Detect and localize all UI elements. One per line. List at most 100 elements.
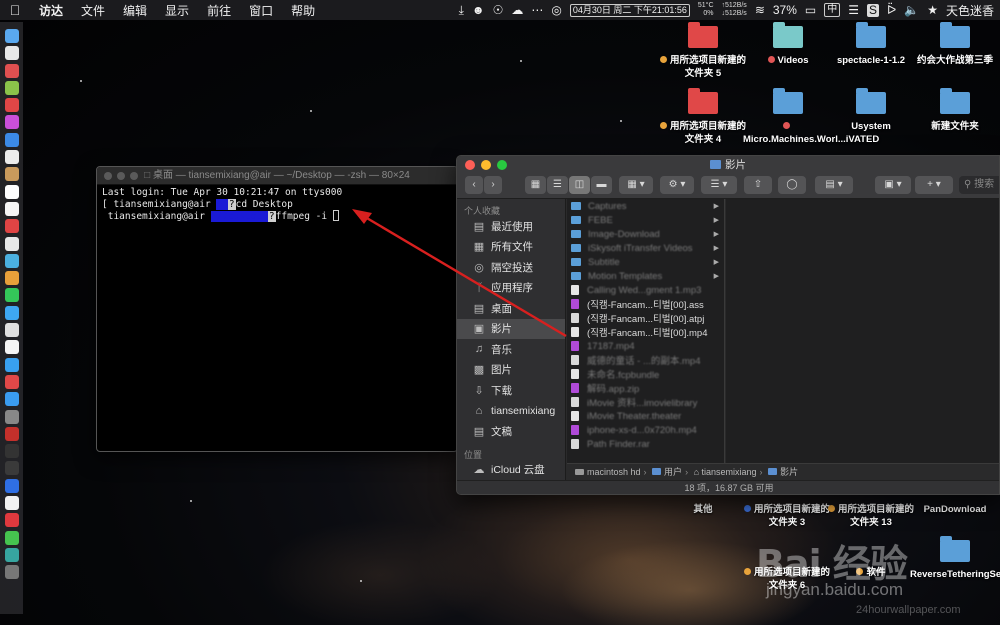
dock-app-icon[interactable] [4,253,19,268]
finder-titlebar[interactable]: 影片 [457,156,999,174]
dock-app-icon[interactable] [4,98,19,113]
back-button[interactable]: ‹ [465,176,483,194]
dock-app-icon[interactable] [4,426,19,441]
zoom-button[interactable] [130,172,138,180]
desktop-folder-3[interactable]: 用所选项目新建的文件夹 3 [742,503,832,529]
file-row[interactable]: (직캠-Fancam...티벌[00].mp4 [567,325,724,339]
dock-app-icon[interactable] [4,340,19,355]
battery-percent[interactable]: 37% [773,3,797,17]
icon-view-button[interactable]: ▦ [525,176,546,194]
ghost-icon[interactable]: ☻ [472,0,485,20]
file-row[interactable]: 解码.app.zip [567,381,724,395]
dock-app-icon[interactable] [4,184,19,199]
file-row[interactable]: Calling Wed...gment 1.mp3 [567,283,724,297]
action-gear-button[interactable]: ⚙ ▾ [660,176,694,194]
sidebar-item-icloud[interactable]: ☁ iCloud 云盘 [457,460,565,481]
dock-app-icon[interactable] [4,132,19,147]
dock-app-icon[interactable] [4,115,19,130]
list-view-button[interactable]: ☰ [547,176,568,194]
menu-help[interactable]: 帮助 [282,2,324,19]
file-row[interactable]: 未命名.fcpbundle [567,367,724,381]
minimize-button[interactable] [481,160,491,170]
dock-app-icon[interactable] [4,288,19,303]
folder-row[interactable]: iSkysoft iTransfer Videos ▶ [567,241,724,255]
desktop-folder-13[interactable]: 用所选项目新建的文件夹 13 [826,503,916,529]
desktop-folder-1[interactable]: 用所选项目新建的文件夹 5 [658,22,748,80]
path-item-users[interactable]: 用户 [652,467,682,477]
file-row[interactable]: iMovie Theater.theater [567,409,724,423]
sidebar-item-pictures[interactable]: ▩ 图片 [457,360,565,381]
wifi-icon[interactable]: ≋ [755,0,765,20]
archive-button[interactable]: ▣ ▾ [875,176,911,194]
temperature-sensor[interactable]: 51°C 0% [698,2,714,18]
folder-row[interactable]: Image-Download ▶ [567,227,724,241]
dock-app-icon[interactable] [4,547,19,562]
dock-app-icon[interactable] [4,357,19,372]
list-icon[interactable]: ☰ [848,0,859,20]
wechat-status-icon[interactable]: ☁ [511,0,523,20]
battery-icon[interactable]: ▭ [805,0,816,20]
new-button[interactable]: + ▾ [915,176,953,194]
file-row[interactable]: 17187.mp4 [567,339,724,353]
user-name[interactable]: 天色迷香 [946,2,994,19]
close-button[interactable] [465,160,475,170]
dock-app-icon[interactable] [4,461,19,476]
menu-edit[interactable]: 编辑 [114,2,156,19]
globe-icon[interactable]: ◎ [551,0,561,20]
menu-file[interactable]: 文件 [72,2,114,19]
desktop-folder-anime[interactable]: 约会大作战第三季 [910,22,1000,67]
dock-app-icon[interactable] [4,323,19,338]
desktop-folder-4[interactable]: 用所选项目新建的文件夹 4 [658,88,748,146]
arrange-button[interactable]: ☰ ▾ [701,176,737,194]
desktop-folder-videos[interactable]: Videos [743,22,833,67]
menu-view[interactable]: 显示 [156,2,198,19]
dock-app-icon[interactable] [4,444,19,459]
dock-app-icon[interactable] [4,496,19,511]
sidebar-item-downloads[interactable]: ⇩ 下载 [457,380,565,401]
dock-app-icon[interactable] [4,63,19,78]
quick-look-button[interactable]: ▤ ▾ [815,176,853,194]
forward-button[interactable]: › [484,176,502,194]
file-row[interactable]: (직캠-Fancam...티벌[00].atpj [567,311,724,325]
terminal-window[interactable]: □ 桌面 — tiansemixiang@air — ~/Desktop — -… [96,166,458,452]
sidebar-item-movies[interactable]: ▣ 影片 [457,318,565,339]
menu-go[interactable]: 前往 [198,2,240,19]
column-view-button[interactable]: ◫ [569,176,590,194]
group-button[interactable]: ▦ ▾ [619,176,653,194]
desktop-folder-new[interactable]: 新建文件夹 [910,88,1000,133]
file-row[interactable]: (직캠-Fancam...티벌[00].ass [567,297,724,311]
minimize-button[interactable] [117,172,125,180]
terminal-output[interactable]: Last login: Tue Apr 30 10:21:47 on ttys0… [97,185,457,225]
dock-app-icon[interactable] [4,236,19,251]
compass-icon[interactable]: ☉ [493,0,504,20]
dock-app-icon[interactable] [4,271,19,286]
dock-app-icon[interactable] [4,478,19,493]
desktop-folder-other[interactable]: 其他 [658,503,748,516]
gallery-view-button[interactable]: ▬ [591,176,612,194]
desktop-folder-pandownload[interactable]: PanDownload [910,503,1000,516]
sidebar-item-home[interactable]: ⌂ tiansemixiang [457,401,565,422]
apple-menu-icon[interactable]:  [0,2,30,18]
folder-row[interactable]: FEBE ▶ [567,213,724,227]
sidebar-item-all-files[interactable]: ▦ 所有文件 [457,237,565,258]
path-item-disk[interactable]: macintosh hd [575,467,641,477]
dock-app-icon[interactable] [4,530,19,545]
dock-app-icon[interactable] [4,167,19,182]
folder-row[interactable]: Subtitle ▶ [567,255,724,269]
dock-app-icon[interactable] [4,80,19,95]
dock-app-icon[interactable] [4,374,19,389]
favorite-star-icon[interactable]: ★ [927,0,938,20]
file-row[interactable]: iphone-xs-d...0x720h.mp4 [567,423,724,437]
finder-window[interactable]: 影片 ‹ › ▦ ☰ ◫ ▬ ▦ ▾ ⚙ ▾ ☰ ▾ ⇧ ◯ ▤ ▾ ▣ ▾ +… [456,155,1000,495]
volume-icon[interactable]: 🔈 [904,0,919,20]
dock-app-icon[interactable] [4,219,19,234]
dock-app-icon[interactable] [4,29,19,43]
path-item-movies[interactable]: 影片 [768,467,798,477]
menu-window[interactable]: 窗口 [240,2,282,19]
sidebar-item-documents[interactable]: ▤ 文稿 [457,421,565,442]
desktop-folder-reversetethering[interactable]: ReverseTetheringServer_1.2.0 [910,536,1000,581]
sidebar-item-recents[interactable]: ▤ 最近使用 [457,216,565,237]
path-item-home[interactable]: ⌂ tiansemixiang [694,467,757,477]
menu-finder[interactable]: 访达 [30,2,72,19]
dock-app-icon[interactable] [4,46,19,61]
